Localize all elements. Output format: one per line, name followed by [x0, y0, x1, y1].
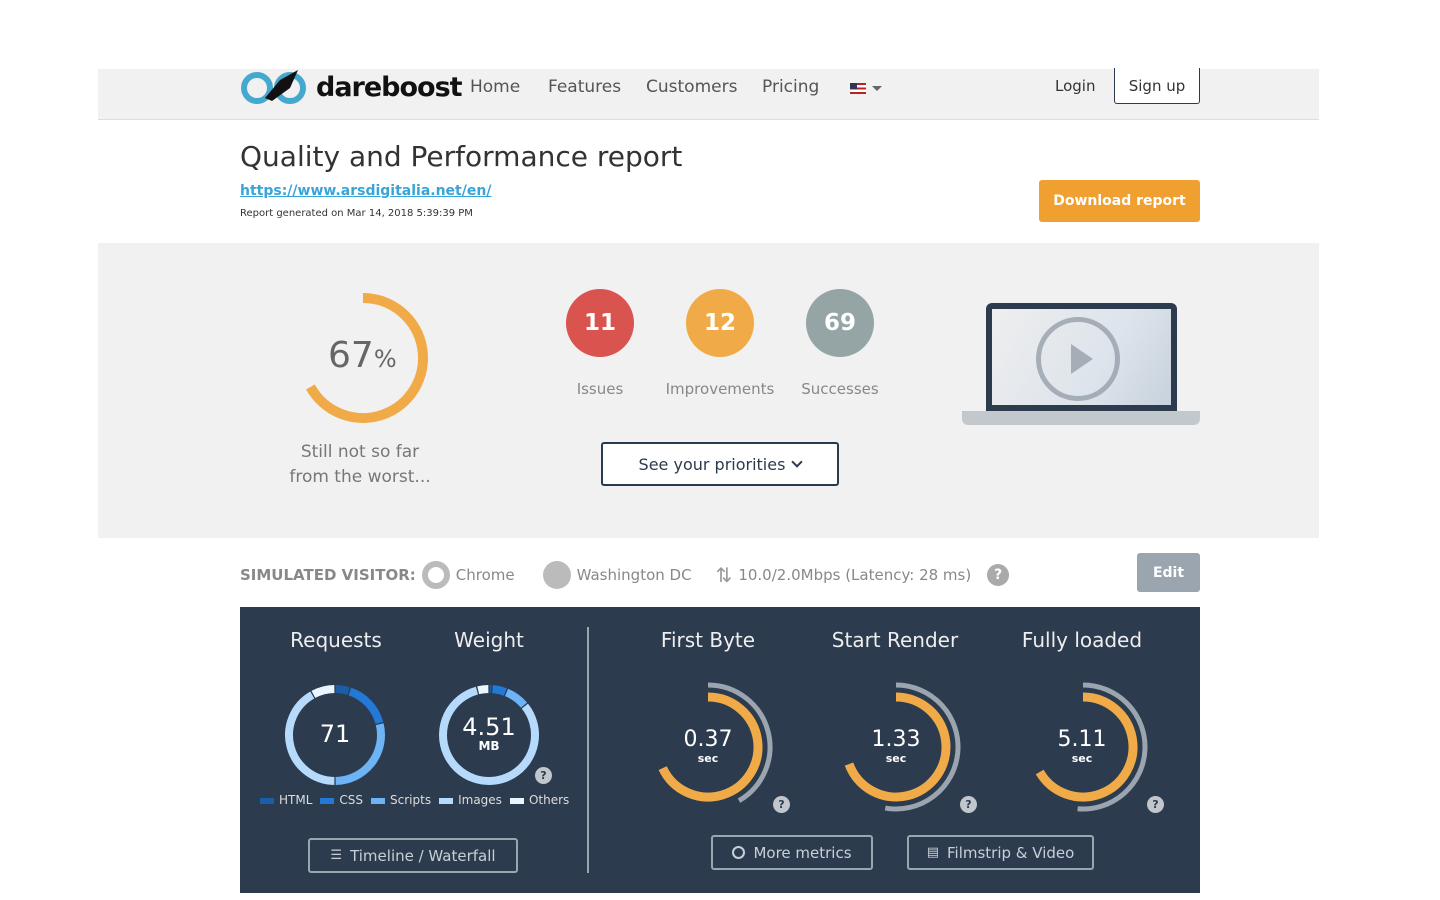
help-icon[interactable]: ? [773, 796, 790, 813]
weight-segment-scripts [504, 688, 528, 708]
up-down-arrows-icon: ⇅ [715, 563, 733, 587]
legend-label: Images [458, 793, 502, 807]
help-icon[interactable]: ? [987, 564, 1010, 586]
visitor-label: SIMULATED VISITOR: [240, 566, 416, 584]
score-message: Still not so far from the worst... [260, 440, 460, 490]
visitor-connection: 10.0/2.0Mbps (Latency: 28 ms) [738, 566, 972, 584]
fully-loaded-unit: sec [1071, 752, 1093, 765]
login-link[interactable]: Login [1055, 77, 1095, 95]
weight-segment-others [477, 685, 489, 695]
legend-label: Others [528, 793, 570, 807]
waterfall-icon: ☰ [330, 848, 343, 863]
logo[interactable]: dareboost [240, 68, 463, 106]
help-icon[interactable]: ? [535, 767, 552, 784]
legend-label: Scripts [390, 793, 432, 807]
nav-pricing[interactable]: Pricing [762, 77, 819, 97]
language-dropdown[interactable] [850, 81, 882, 96]
visitor-location: Washington DC [576, 566, 692, 584]
first-byte-value: 0.37 [683, 727, 733, 752]
nav-features[interactable]: Features [548, 77, 621, 97]
nav-customers[interactable]: Customers [646, 77, 737, 97]
see-priorities-label: See your priorities [638, 454, 786, 474]
filmstrip-video-button[interactable]: ▤ Filmstrip & Video [907, 835, 1094, 870]
improvements-label: Improvements [665, 380, 775, 398]
timeline-label: Timeline / Waterfall [350, 846, 496, 865]
score-message-line: Still not so far [300, 442, 420, 462]
timeline-waterfall-button[interactable]: ☰ Timeline / Waterfall [308, 838, 518, 873]
requests-segment-html [335, 685, 350, 695]
chevron-down-icon [791, 456, 804, 468]
visitor-browser: Chrome [455, 566, 515, 584]
legend-item: CSS [320, 793, 363, 807]
download-report-button[interactable]: Download report [1039, 180, 1200, 222]
page-title: Quality and Performance report [240, 140, 683, 173]
improvements-badge[interactable]: 12 [686, 289, 754, 357]
edit-visitor-button[interactable]: Edit [1137, 553, 1200, 592]
weight-segment-css [492, 685, 507, 696]
website-screenshot-video[interactable] [962, 303, 1200, 425]
requests-value: 71 [319, 720, 351, 748]
legend-item: Images [439, 793, 502, 807]
legend-item: HTML [260, 793, 312, 807]
score-message-line: from the worst... [289, 467, 431, 487]
score-unit: % [373, 345, 397, 373]
signup-button[interactable]: Sign up [1114, 68, 1200, 104]
successes-badge[interactable]: 69 [806, 289, 874, 357]
legend-label: HTML [279, 793, 313, 807]
weight-value: 4.51 [462, 713, 516, 741]
filmstrip-label: Filmstrip & Video [947, 843, 1075, 862]
issues-badge[interactable]: 11 [566, 289, 634, 357]
laptop-screen [986, 303, 1177, 411]
report-generated-date: Report generated on Mar 14, 2018 5:39:39… [240, 208, 473, 219]
see-priorities-button[interactable]: See your priorities [601, 442, 839, 486]
issues-label: Issues [576, 380, 624, 398]
chart-legend: HTML CSS Scripts Images Others [260, 793, 569, 807]
legend-item: Scripts [371, 793, 431, 807]
clock-icon [732, 846, 746, 859]
more-metrics-label: More metrics [753, 843, 852, 862]
more-metrics-button[interactable]: More metrics [711, 835, 873, 870]
us-flag-icon [850, 83, 866, 94]
report-url-link[interactable]: https://www.arsdigitalia.net/en/ [240, 183, 491, 199]
legend-label: CSS [339, 793, 364, 807]
logo-icon [241, 70, 306, 104]
first-byte-unit: sec [697, 752, 719, 765]
globe-icon [542, 561, 571, 589]
help-icon[interactable]: ? [960, 796, 977, 813]
filmstrip-icon: ▤ [926, 845, 939, 860]
score-number: 67 [328, 335, 374, 376]
laptop-base [962, 411, 1200, 425]
help-icon[interactable]: ? [1147, 796, 1164, 813]
score-value: 67% [328, 335, 397, 376]
fully-loaded-value: 5.11 [1057, 727, 1107, 752]
legend-item: Others [509, 793, 570, 807]
caret-down-icon [872, 86, 882, 96]
start-render-value: 1.33 [871, 727, 921, 752]
successes-label: Successes [801, 380, 879, 398]
start-render-unit: sec [885, 752, 907, 765]
simulated-visitor: SIMULATED VISITOR: Chrome Washington DC … [240, 561, 1010, 589]
requests-segment-others [311, 685, 335, 699]
requests-segment-css [348, 687, 384, 725]
nav-home[interactable]: Home [470, 77, 520, 97]
weight-unit: MB [478, 739, 500, 753]
chrome-icon [421, 561, 450, 589]
play-icon [1036, 317, 1120, 401]
